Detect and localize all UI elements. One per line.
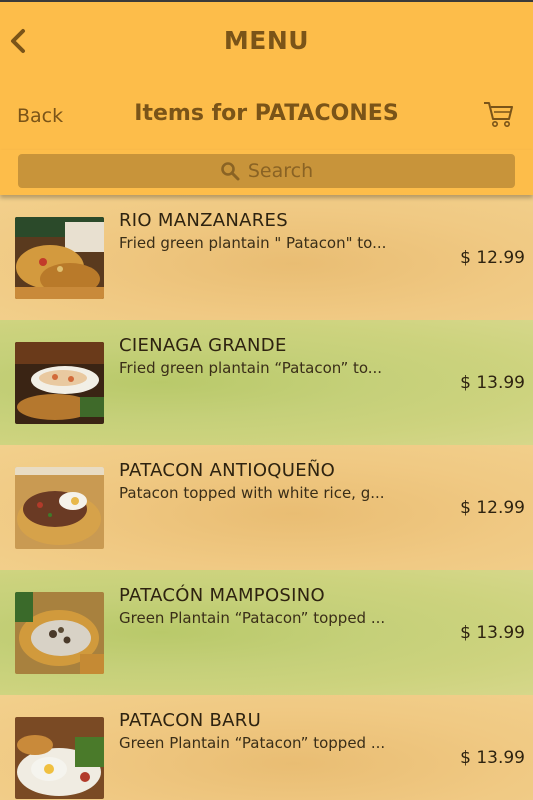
section-title: Items for PATACONES [134, 101, 399, 126]
item-price: $ 13.99 [460, 748, 525, 768]
item-photo [15, 717, 104, 799]
item-photo [15, 592, 104, 674]
item-name: CIENAGA GRANDE [119, 335, 287, 356]
search-icon [221, 162, 240, 181]
list-item[interactable]: PATACÓN MAMPOSINO Green Plantain “Pataco… [0, 570, 533, 695]
menu-item-list: RIO MANZANARES Fried green plantain " Pa… [0, 195, 533, 800]
search-bar: Search [0, 150, 533, 195]
search-placeholder: Search [247, 160, 314, 182]
item-description: Green Plantain “Patacon” topped ... [119, 609, 386, 627]
top-bar: MENU [0, 0, 533, 85]
item-photo [15, 467, 104, 549]
item-price: $ 13.99 [460, 623, 525, 643]
item-name: PATACON ANTIOQUEÑO [119, 460, 336, 481]
sub-header: Back Items for PATACONES [0, 85, 533, 150]
search-input[interactable]: Search [18, 154, 515, 188]
list-item[interactable]: PATACON ANTIOQUEÑO Patacon topped with w… [0, 445, 533, 570]
item-description: Patacon topped with white rice, g... [119, 484, 385, 502]
item-description: Fried green plantain " Patacon" to... [119, 234, 387, 252]
item-photo [15, 217, 104, 299]
item-name: PATACON BARU [119, 710, 262, 731]
item-photo [15, 342, 104, 424]
item-price: $ 13.99 [460, 373, 525, 393]
item-description: Green Plantain “Patacon” topped ... [119, 734, 386, 752]
item-description: Fried green plantain “Patacon” to... [119, 359, 383, 377]
list-item[interactable]: CIENAGA GRANDE Fried green plantain “Pat… [0, 320, 533, 445]
item-price: $ 12.99 [460, 248, 525, 268]
page-title: MENU [223, 26, 310, 55]
list-item[interactable]: RIO MANZANARES Fried green plantain " Pa… [0, 195, 533, 320]
cart-icon[interactable] [482, 99, 516, 129]
list-item[interactable]: PATACON BARU Green Plantain “Patacon” to… [0, 695, 533, 800]
item-name: RIO MANZANARES [119, 210, 288, 231]
item-name: PATACÓN MAMPOSINO [119, 585, 326, 606]
item-price: $ 12.99 [460, 498, 525, 518]
